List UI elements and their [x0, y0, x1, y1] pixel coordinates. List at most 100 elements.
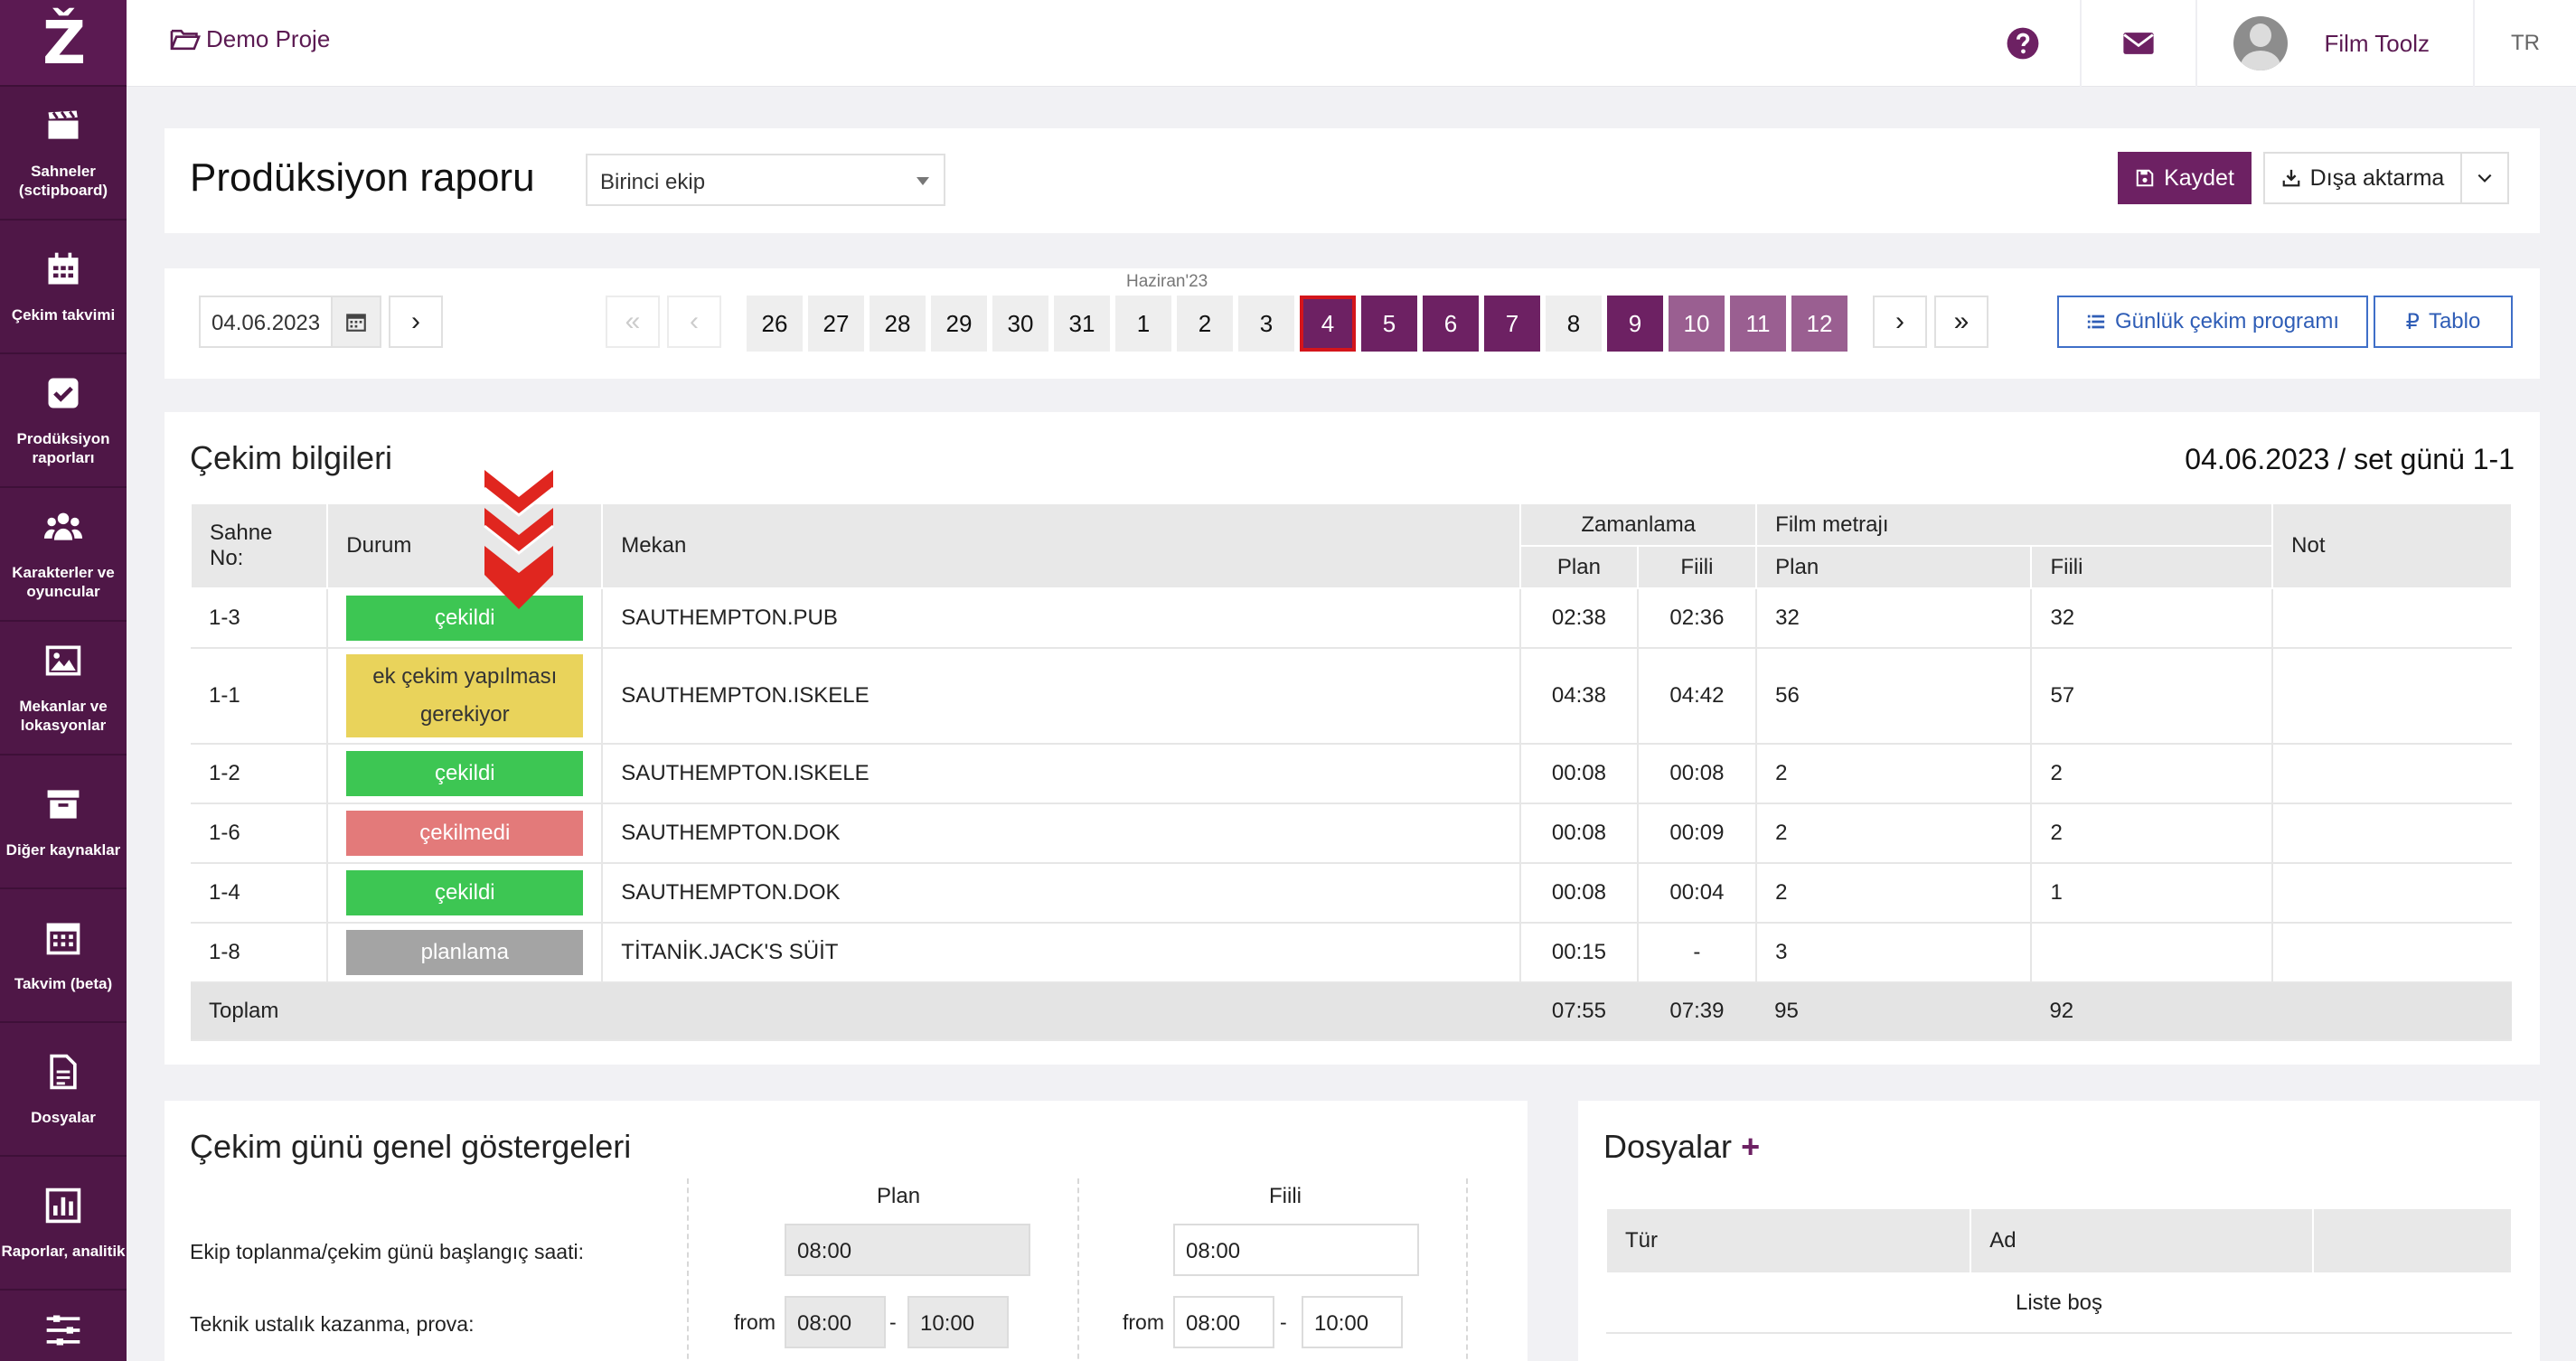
scene-link[interactable]: 1-6 — [191, 803, 328, 864]
day-6[interactable]: 6 — [1423, 296, 1479, 352]
day-28[interactable]: 28 — [870, 296, 926, 352]
status-badge[interactable]: planlama — [346, 930, 584, 975]
divider — [687, 1178, 689, 1361]
day-26[interactable]: 26 — [747, 296, 803, 352]
export-dropdown-toggle[interactable] — [2460, 154, 2507, 202]
location-cell: SAUTHEMPTON.DOK — [601, 863, 1521, 924]
sidebar-item-calendar-beta[interactable]: Takvim (beta) — [0, 889, 127, 1023]
divider — [1077, 1178, 1079, 1361]
note-cell[interactable] — [2271, 863, 2512, 924]
language-switch[interactable]: TR — [2473, 0, 2576, 87]
day-27[interactable]: 27 — [808, 296, 864, 352]
note-cell[interactable] — [2271, 588, 2512, 649]
note-cell[interactable] — [2271, 648, 2512, 745]
sidebar-item-settings[interactable] — [0, 1291, 127, 1361]
chevron-down-icon — [2477, 174, 2492, 183]
status-badge[interactable]: ek çekim yapılması gerekiyor — [346, 654, 584, 737]
save-label: Kaydet — [2164, 164, 2234, 191]
daily-schedule-button[interactable]: Günlük çekim programı — [2057, 296, 2368, 348]
col-footage: Film metrajı — [1755, 502, 2274, 547]
sidebar-item-reports[interactable]: Raporlar, analitik — [0, 1157, 127, 1291]
footage-actual-cell: 57 — [2030, 648, 2273, 745]
crew-select[interactable]: Birinci ekip — [586, 154, 945, 206]
rehearsal-actual-from-field[interactable]: 08:00 — [1173, 1296, 1274, 1348]
col-scene: Sahne No: — [189, 502, 329, 589]
day-1[interactable]: 1 — [1115, 296, 1171, 352]
date-picker[interactable]: 04.06.2023 — [199, 296, 381, 348]
day-7[interactable]: 7 — [1484, 296, 1540, 352]
prev-page-button[interactable]: ‹ — [667, 296, 721, 348]
location-cell: TİTANİK.JACK'S SÜİT — [601, 923, 1521, 983]
shoot-day-label: 04.06.2023 / set günü 1-1 — [2185, 443, 2515, 475]
sidebar-item-files[interactable]: Dosyalar — [0, 1023, 127, 1157]
sidebar-item-production-reports[interactable]: Prodüksiyon raporları — [0, 354, 127, 488]
last-page-button[interactable]: » — [1934, 296, 1988, 348]
timing-actual-cell: 00:08 — [1636, 744, 1757, 804]
user-menu[interactable]: Film Toolz — [2195, 0, 2473, 87]
day-8[interactable]: 8 — [1546, 296, 1602, 352]
avatar — [2233, 16, 2289, 70]
table-row[interactable]: 1-8 planlama TİTANİK.JACK'S SÜİT 00:15 -… — [191, 923, 2512, 983]
note-cell[interactable] — [2271, 923, 2512, 983]
rehearsal-actual-to-field[interactable]: 10:00 — [1302, 1296, 1403, 1348]
download-icon — [2282, 169, 2300, 187]
timing-actual-cell: 04:42 — [1636, 648, 1757, 745]
currency-icon: ₽ — [2405, 309, 2420, 334]
timing-actual-cell: 00:09 — [1636, 803, 1757, 864]
envelope-icon — [2123, 33, 2155, 54]
day-10[interactable]: 10 — [1669, 296, 1725, 352]
scene-link[interactable]: 1-2 — [191, 744, 328, 804]
day-9[interactable]: 9 — [1607, 296, 1663, 352]
day-31[interactable]: 31 — [1054, 296, 1110, 352]
scene-link[interactable]: 1-1 — [191, 648, 328, 745]
day-2[interactable]: 2 — [1177, 296, 1233, 352]
red-chevron-arrow-icon — [484, 470, 554, 609]
status-badge[interactable]: çekildi — [346, 870, 584, 915]
sidebar-item-other-resources[interactable]: Diğer kaynaklar — [0, 756, 127, 889]
table-row[interactable]: 1-6 çekilmedi SAUTHEMPTON.DOK 00:08 00:0… — [191, 803, 2512, 864]
app-logo[interactable]: Ž — [0, 0, 127, 87]
sidebar-item-locations[interactable]: Mekanlar ve lokasyonlar — [0, 622, 127, 756]
add-file-button[interactable]: + — [1741, 1128, 1760, 1165]
day-5[interactable]: 5 — [1361, 296, 1417, 352]
help-button[interactable] — [1966, 0, 2080, 87]
project-link[interactable]: Demo Proje — [170, 25, 330, 53]
status-badge[interactable]: çekildi — [346, 751, 584, 796]
scene-link[interactable]: 1-3 — [191, 588, 328, 649]
scene-link[interactable]: 1-4 — [191, 863, 328, 924]
day-30[interactable]: 30 — [992, 296, 1048, 352]
calendar-button[interactable] — [331, 297, 380, 346]
messages-button[interactable] — [2080, 0, 2195, 87]
first-page-button[interactable]: « — [606, 296, 660, 348]
status-badge[interactable]: çekilmedi — [346, 811, 584, 856]
footage-plan-cell: 2 — [1755, 803, 2032, 864]
scene-link[interactable]: 1-8 — [191, 923, 328, 983]
day-11[interactable]: 11 — [1730, 296, 1786, 352]
timing-actual-cell: 02:36 — [1636, 588, 1757, 649]
table-row[interactable]: 1-4 çekildi SAUTHEMPTON.DOK 00:08 00:04 … — [191, 863, 2512, 924]
sidebar-item-label: Mekanlar ve lokasyonlar — [19, 698, 108, 734]
export-button[interactable]: Dışa aktarma — [2265, 154, 2460, 202]
col-type: Tür — [1604, 1207, 1972, 1274]
table-row[interactable]: 1-2 çekildi SAUTHEMPTON.ISKELE 00:08 00:… — [191, 744, 2512, 804]
bar-chart-icon — [45, 1187, 81, 1223]
save-button[interactable]: Kaydet — [2118, 152, 2252, 204]
next-page-button[interactable]: › — [1873, 296, 1927, 348]
sidebar-item-scenes[interactable]: Sahneler (sctipboard) — [0, 87, 127, 221]
day-4-selected[interactable]: 4 — [1300, 296, 1356, 352]
next-date-button[interactable]: › — [389, 296, 443, 348]
note-cell[interactable] — [2271, 803, 2512, 864]
crew-call-actual-field[interactable]: 08:00 — [1173, 1224, 1419, 1276]
help-icon — [2007, 27, 2039, 60]
topbar: Demo Proje Film Toolz TR — [127, 0, 2576, 87]
day-12[interactable]: 12 — [1791, 296, 1847, 352]
sidebar-item-shooting-schedule[interactable]: Çekim takvimi — [0, 221, 127, 354]
shooting-info: Çekim bilgileri 04.06.2023 / set günü 1-… — [165, 412, 2540, 1065]
day-29[interactable]: 29 — [931, 296, 987, 352]
table-button[interactable]: ₽ Tablo — [2374, 296, 2513, 348]
day-3[interactable]: 3 — [1238, 296, 1294, 352]
table-row[interactable]: 1-1 ek çekim yapılması gerekiyor SAUTHEM… — [191, 648, 2512, 745]
note-cell[interactable] — [2271, 744, 2512, 804]
total-timing-plan: 07:55 — [1520, 982, 1638, 1041]
sidebar-item-characters[interactable]: Karakterler ve oyuncular — [0, 488, 127, 622]
